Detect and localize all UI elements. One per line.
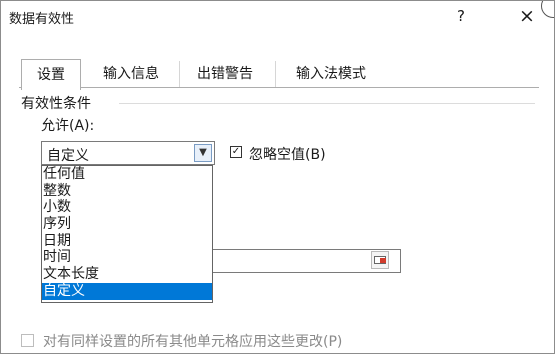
red-marker-glyph: [380, 258, 386, 263]
option-date[interactable]: 日期: [42, 233, 212, 250]
validation-criteria-label: 有效性条件: [21, 93, 97, 113]
chevron-down-icon[interactable]: ▼: [194, 144, 212, 162]
allow-dropdown-value: 自定义: [47, 148, 89, 164]
option-text-length[interactable]: 文本长度: [42, 266, 212, 283]
option-label: 自定义: [43, 282, 85, 299]
ignore-blank-label: 忽略空值(B): [249, 147, 326, 163]
section-rule: [119, 103, 535, 104]
tab-input-message[interactable]: 输入信息: [89, 61, 173, 87]
option-list[interactable]: 序列: [42, 216, 212, 233]
apply-to-all-label: 对有同样设置的所有其他单元格应用这些更改(P): [43, 334, 343, 350]
option-label: 日期: [43, 232, 71, 249]
close-button[interactable]: ×: [513, 3, 541, 29]
allow-options-list[interactable]: 任何值 整数 小数 序列 日期 时间 文本长度 自定义: [41, 165, 213, 303]
tab-error-alert[interactable]: 出错警告: [179, 61, 270, 87]
option-label: 序列: [43, 216, 71, 233]
tab-settings[interactable]: 设置: [21, 59, 81, 90]
dialog-title: 数据有效性: [9, 12, 75, 27]
option-label: 时间: [43, 249, 71, 266]
tab-ime-mode[interactable]: 输入法模式: [275, 61, 386, 87]
title-bar: 数据有效性 ? ×: [1, 1, 554, 31]
option-label: 文本长度: [43, 266, 99, 283]
option-whole-number[interactable]: 整数: [42, 183, 212, 200]
checkbox-unchecked-icon[interactable]: [21, 334, 34, 347]
data-validation-dialog: 数据有效性 ? × 设置 输入信息 出错警告 输入法模式 有效性条件 允许(A)…: [0, 0, 555, 354]
option-label: 任何值: [43, 166, 85, 182]
tab-strip: 设置 输入信息 出错警告 输入法模式: [21, 59, 541, 90]
allow-dropdown[interactable]: 自定义 ▼: [41, 141, 215, 165]
range-select-icon[interactable]: [371, 251, 389, 269]
option-label: 小数: [43, 199, 71, 216]
checkbox-checked-icon[interactable]: ✓: [230, 146, 242, 158]
option-custom[interactable]: 自定义: [42, 282, 212, 300]
option-decimal[interactable]: 小数: [42, 199, 212, 216]
option-time[interactable]: 时间: [42, 249, 212, 266]
tab-divider: [19, 87, 539, 88]
option-label-highlighted: 整数: [43, 182, 71, 199]
allow-label: 允许(A):: [41, 118, 95, 134]
help-button[interactable]: ?: [449, 3, 473, 29]
option-any-value[interactable]: 任何值: [42, 166, 212, 183]
